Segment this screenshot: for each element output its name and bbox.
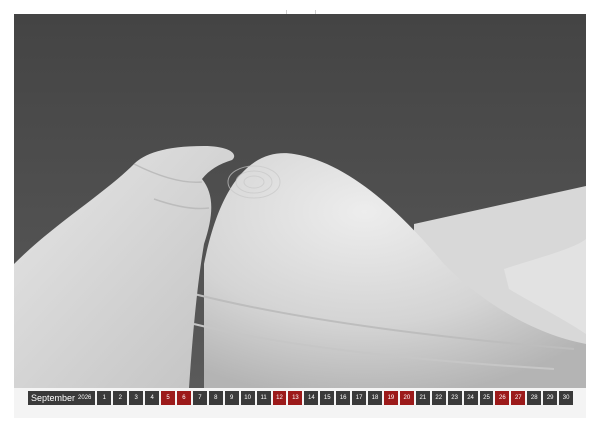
day-cell: 29 bbox=[543, 391, 558, 405]
day-cell: 27 bbox=[511, 391, 526, 405]
day-cell: 1 bbox=[97, 391, 112, 405]
day-cell: 23 bbox=[447, 391, 462, 405]
month-label: September 2026 bbox=[28, 391, 96, 405]
day-cell: 2 bbox=[113, 391, 128, 405]
day-cell: 14 bbox=[304, 391, 319, 405]
day-cell: 17 bbox=[352, 391, 367, 405]
year-label: 2026 bbox=[78, 395, 92, 401]
day-cell: 24 bbox=[463, 391, 478, 405]
photo bbox=[14, 14, 586, 388]
day-cell: 6 bbox=[177, 391, 191, 405]
day-cell: 26 bbox=[495, 391, 510, 405]
calendar-strip: September 2026 1 2 3 4 5 6 7 8 9 10 11 12 13 14 15 16 17… bbox=[28, 391, 574, 405]
day-cell: 18 bbox=[368, 391, 382, 405]
photo-artwork bbox=[14, 14, 586, 388]
month-name: September bbox=[31, 393, 76, 403]
day-cell: 7 bbox=[192, 391, 207, 405]
day-cell: 21 bbox=[415, 391, 430, 405]
day-cell: 15 bbox=[320, 391, 335, 405]
day-cell: 5 bbox=[161, 391, 175, 405]
day-cell: 30 bbox=[559, 391, 574, 405]
day-cell: 19 bbox=[383, 391, 398, 405]
day-cell: 22 bbox=[431, 391, 446, 405]
day-cell: 10 bbox=[240, 391, 255, 405]
day-cell: 28 bbox=[527, 391, 542, 405]
day-cell: 9 bbox=[224, 391, 239, 405]
day-cell: 20 bbox=[399, 391, 414, 405]
day-cell: 8 bbox=[208, 391, 223, 405]
day-cell: 3 bbox=[129, 391, 144, 405]
day-cell: 11 bbox=[256, 391, 271, 405]
day-cell: 12 bbox=[272, 391, 287, 405]
day-cell: 16 bbox=[336, 391, 351, 405]
day-cell: 4 bbox=[145, 391, 160, 405]
day-cell: 25 bbox=[479, 391, 494, 405]
day-cell: 13 bbox=[288, 391, 303, 405]
day-cells: 1 2 3 4 5 6 7 8 9 10 11 12 13 14 15 16 17 18 19 20 21 22 23 24 2… bbox=[97, 391, 574, 405]
